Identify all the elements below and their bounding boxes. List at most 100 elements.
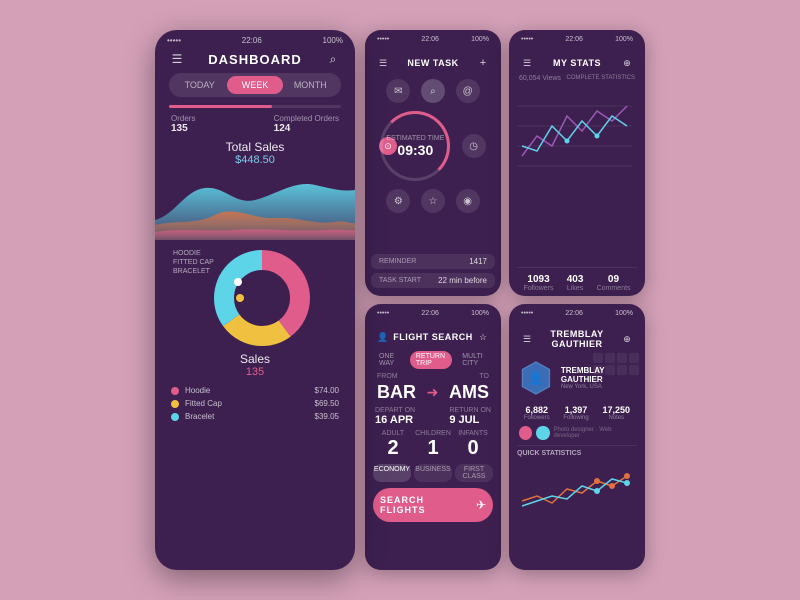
pr-time: 22:06 [565,310,583,317]
profile-caption: Photo designer · Web developer [554,427,635,439]
new-task-header: ☰ NEW TASK + [365,47,501,75]
stats-views: 60,054 Views [519,75,561,82]
stats-header: ☰ MY STATS ⊕ [509,47,645,75]
total-sales-section: Total Sales $448.50 [155,138,355,170]
task-start-bar: TASK START 22 min before [371,273,495,288]
legend-left-br: Bracelet [171,412,214,421]
total-sales-amount: $448.50 [155,154,355,166]
tab-one-way[interactable]: ONE WAY [373,351,406,369]
donut-section: HOODIE FITTED CAP BRACELET [155,240,355,348]
tab-today[interactable]: TODAY [172,76,227,94]
flight-title: FLIGHT SEARCH [391,332,475,342]
passenger-labels: ADULT CHILDREN INFANTS [365,428,501,437]
comments-value: 09 [597,274,631,285]
total-sales-title: Total Sales [155,140,355,154]
depart-date: 16 APR [375,414,415,426]
nt-menu-icon[interactable]: ☰ [375,55,391,71]
orders-value: 135 [171,123,195,134]
dot-teal [536,426,549,440]
my-stats-phone: ••••• 22:06 100% ☰ MY STATS ⊕ 60,054 Vie… [509,30,645,296]
class-first[interactable]: FIRST CLASS [455,464,493,482]
profile-location: New York, USA [561,384,635,390]
sales-section: Sales 135 [155,348,355,380]
stats-subtitle: COMPLETE STATISTICS [567,75,635,82]
tab-return-trip[interactable]: RETURN TRIP [410,351,452,369]
flight-header: 👤 FLIGHT SEARCH ☆ [365,321,501,349]
fs-person-icon[interactable]: 👤 [375,329,391,345]
nt-dots: ••••• [377,36,389,43]
bracelet-price: $39.05 [315,412,339,421]
passenger-counts: 2 1 0 [365,437,501,462]
pr-dots: ••••• [521,310,533,317]
profile-status-bar: ••••• 22:06 100% [509,304,645,321]
reminder-label: REMINDER [379,258,416,265]
from-to-labels: FROM TO [365,373,501,380]
task-clock-area: ✉ ⌕ @ ⊙ ESTIMATED TIME 09:30 ◷ ⚙ ☆ [365,75,501,252]
route-arrow-icon: ➜ [427,384,439,401]
following-label: Following [563,415,588,421]
reminder-bar: REMINDER 1417 [371,254,495,269]
tab-month[interactable]: MONTH [283,76,338,94]
fittedcap-price: $69.50 [315,399,339,408]
stats-status-bar: ••••• 22:06 100% [509,30,645,47]
clock-icon[interactable]: ◷ [462,134,486,158]
likes-stat: 403 Likes [567,274,584,292]
legend-item-bracelet: Bracelet $39.05 [171,410,339,423]
st-time: 22:06 [565,36,583,43]
class-business[interactable]: BUSINESS [414,464,452,482]
infants-count: 0 [453,437,493,460]
pr-add-icon[interactable]: ⊕ [619,331,635,347]
battery-display: 100% [323,36,343,45]
legend-left-fc: Fitted Cap [171,399,222,408]
reminder-value: 1417 [469,257,487,266]
period-tab-bar: TODAY WEEK MONTH [169,73,341,97]
settings-icon[interactable]: ⚙ [386,189,410,213]
pr-menu-icon[interactable]: ☰ [519,331,535,347]
return-date: 9 JUL [449,414,491,426]
tab-multi-city[interactable]: MULTI CITY [456,351,493,369]
stats-separator [517,267,637,268]
infants-label: INFANTS [453,430,493,437]
likes-label: Likes [567,285,584,292]
likes-value: 403 [567,274,584,285]
sales-chart-svg [155,170,355,240]
profile-notes: 17,250 Notes [603,405,631,421]
donut-label-fittedcap: FITTED CAP [173,259,214,266]
class-economy[interactable]: ECONOMY [373,464,411,482]
donut-label-hoodie: HOODIE [173,250,214,257]
bell-icon[interactable]: ◉ [456,189,480,213]
return-dates: RETURN ON 9 JUL [439,405,501,428]
search-flights-label: SEARCH FLIGHTS [380,495,470,515]
stats-chart-area [509,82,645,265]
fittedcap-name: Fitted Cap [185,399,222,408]
at-icon[interactable]: @ [456,79,480,103]
fs-star-icon[interactable]: ☆ [475,329,491,345]
timer-value: 09:30 [397,142,433,158]
flight-search-phone: ••••• 22:06 100% 👤 FLIGHT SEARCH ☆ ONE W… [365,304,501,570]
svg-text:👤: 👤 [529,371,544,385]
dates-row: DEPART ON 16 APR RETURN ON 9 JUL [365,405,501,428]
star-icon[interactable]: ☆ [421,189,445,213]
legend-left: Hoodie [171,386,210,395]
mail-icon[interactable]: ✉ [386,79,410,103]
nt-plus-icon[interactable]: + [475,55,491,71]
search-circle-icon[interactable]: ⌕ [421,79,445,103]
search-icon[interactable]: ⌕ [325,51,341,67]
return-label: RETURN ON [449,407,491,414]
st-add-icon[interactable]: ⊕ [619,55,635,71]
st-menu-icon[interactable]: ☰ [519,55,535,71]
adult-count: 2 [373,437,413,460]
class-tabs: ECONOMY BUSINESS FIRST CLASS [365,462,501,486]
quick-stats-chart [509,459,645,570]
menu-icon[interactable]: ☰ [169,51,185,67]
legend-list: Hoodie $74.00 Fitted Cap $69.50 Bracelet… [155,380,355,427]
trip-type-tabs: ONE WAY RETURN TRIP MULTI CITY [365,349,501,373]
followers-count: 6,882 [524,405,550,415]
followers-label: Followers [524,285,554,292]
completed-orders-section: Completed Orders 124 [274,114,339,134]
search-flights-button[interactable]: SEARCH FLIGHTS ✈ [373,488,493,522]
followers-stat: 1093 Followers [524,274,554,292]
task-start-value: 22 min before [438,276,487,285]
tab-week[interactable]: WEEK [227,76,282,94]
orders-section: Orders 135 [171,114,195,134]
